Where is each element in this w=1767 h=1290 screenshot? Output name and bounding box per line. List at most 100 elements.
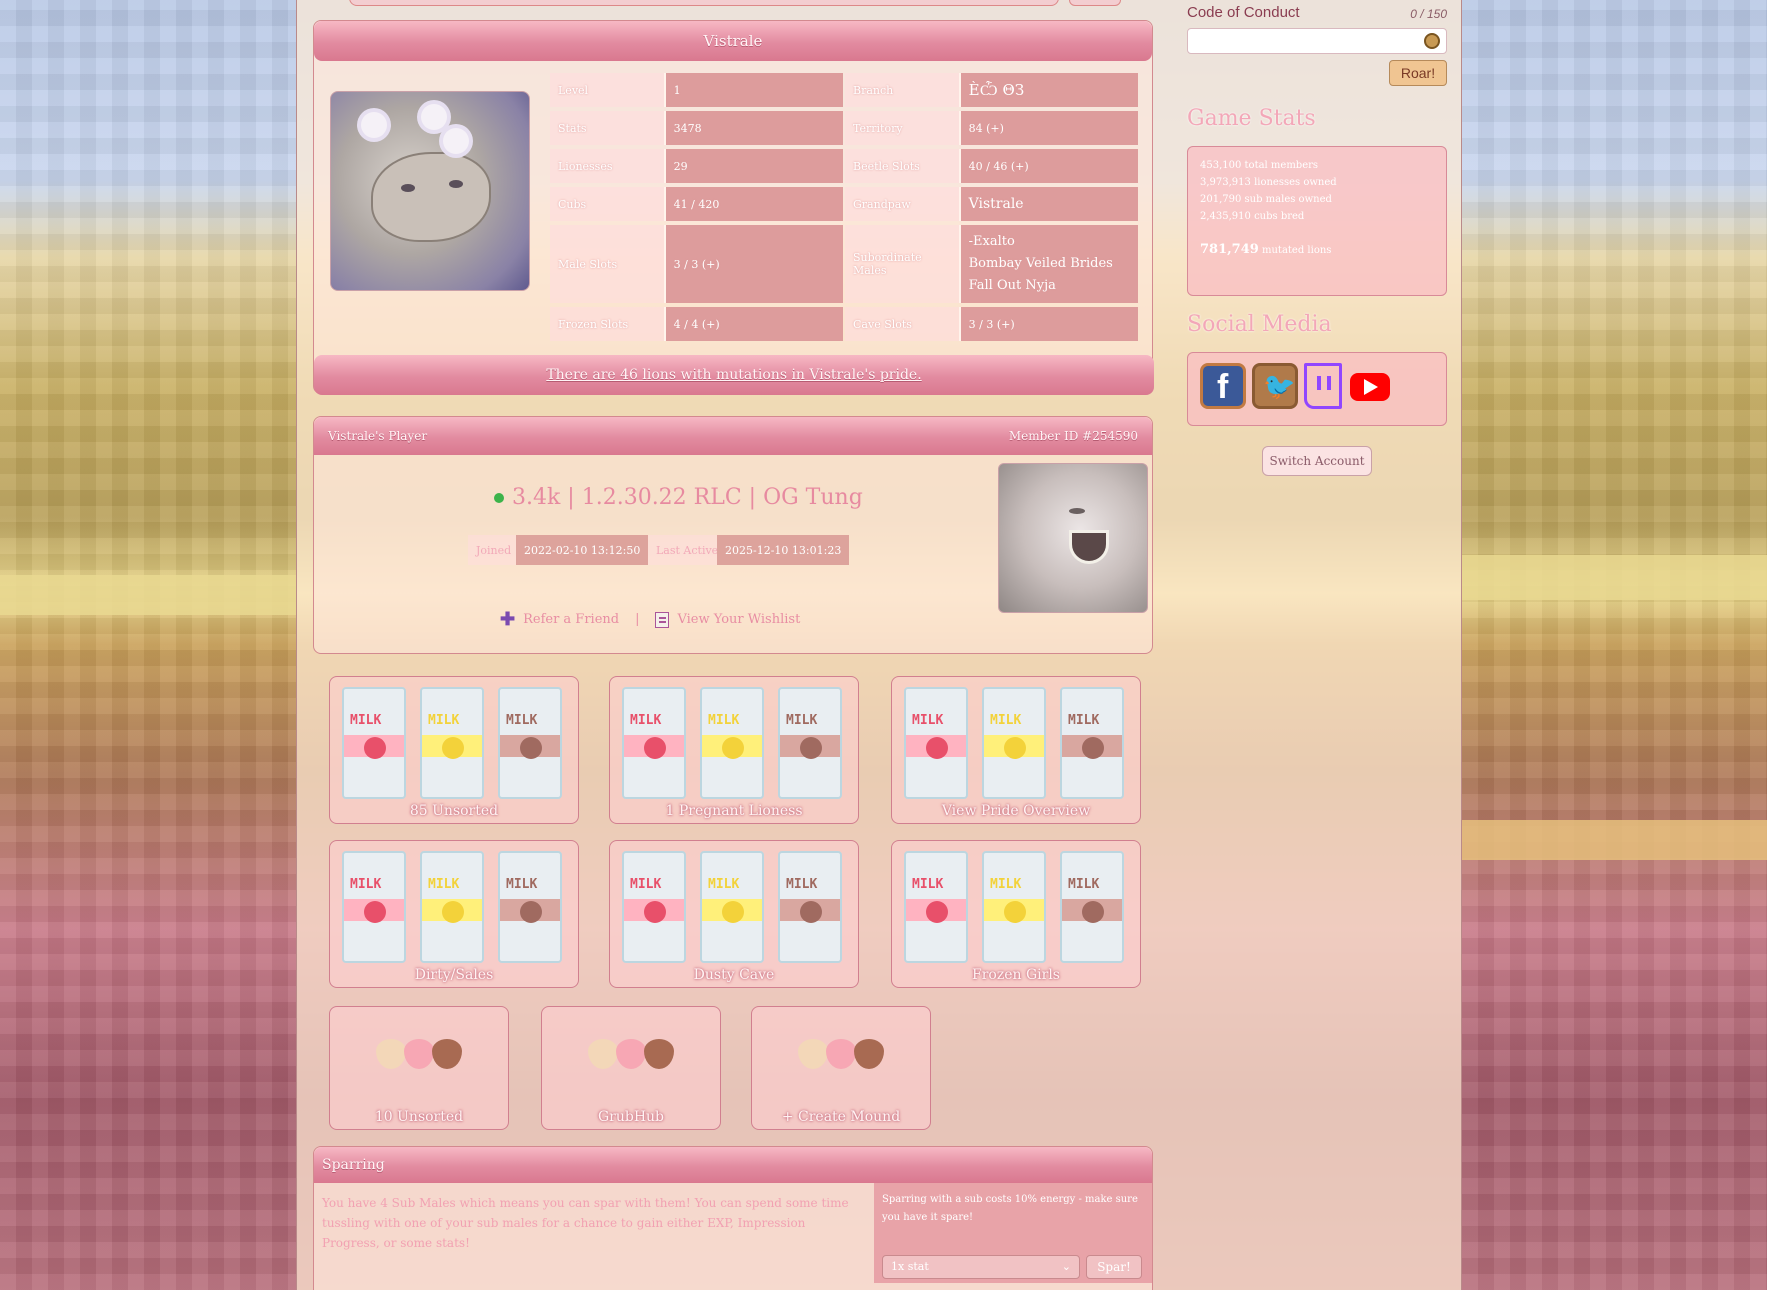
player-avatar[interactable]	[998, 463, 1148, 613]
den-tile-label: Dusty Cave	[693, 967, 775, 983]
stat-value[interactable]: 84 (+)	[958, 111, 1138, 145]
strawberry-icon	[798, 1033, 884, 1071]
roar-button[interactable]: Roar!	[1389, 60, 1447, 86]
twitch-icon[interactable]	[1304, 363, 1342, 409]
stat-value: 41 / 420	[663, 187, 843, 221]
joined-label: Joined	[468, 535, 520, 565]
milk-carton-icon: MILK	[420, 687, 484, 799]
player-name: 3.4k | 1.2.30.22 RLC | OG Tung	[494, 485, 863, 510]
milk-carton-icon: MILK	[1060, 687, 1124, 799]
den-tile[interactable]: MILK MILK MILK Dirty/Sales	[329, 840, 579, 988]
top-input[interactable]	[349, 0, 1059, 6]
stat-label: Beetle Slots	[845, 149, 959, 183]
game-stats-box: 453,100 total members 3,973,913 lionesse…	[1187, 146, 1447, 296]
refer-friend-link[interactable]: Refer a Friend	[523, 612, 619, 627]
stat-value[interactable]: 40 / 46 (+)	[958, 149, 1138, 183]
milk-label: MILK	[350, 713, 382, 728]
mutation-link[interactable]: There are 46 lions with mutations in Vis…	[546, 367, 921, 383]
den-tile[interactable]: 10 Unsorted	[329, 1006, 509, 1130]
den-tile[interactable]: MILK MILK MILK Frozen Girls	[891, 840, 1141, 988]
game-stat-line: 453,100 total members	[1200, 160, 1319, 171]
milk-label: MILK	[990, 877, 1022, 892]
stat-value: 1	[663, 73, 843, 107]
stat-label: Branch	[845, 73, 959, 107]
den-tile[interactable]: MILK MILK MILK 85 Unsorted	[329, 676, 579, 824]
den-tile[interactable]: MILK MILK MILK 1 Pregnant Lioness	[609, 676, 859, 824]
switch-account-button[interactable]: Switch Account	[1262, 446, 1372, 476]
stat-label: Frozen Slots	[550, 307, 664, 341]
subordinate-male-link[interactable]: -Exalto	[969, 231, 1015, 253]
page-container: Vistrale Level 1 Branch ÈѼ ΘЗ Stats 3478…	[296, 0, 1462, 1290]
chevron-down-icon: ⌄	[1061, 1260, 1071, 1273]
den-tile-label: Dirty/Sales	[414, 967, 494, 983]
stat-label: Male Slots	[550, 225, 664, 303]
sparring-select[interactable]: 1x stat ⌄	[882, 1255, 1080, 1279]
milk-label: MILK	[630, 713, 662, 728]
stat-value[interactable]: 3 / 3 (+)	[663, 225, 843, 303]
den-tile-label: GrubHub	[597, 1109, 665, 1125]
stat-label: Stats	[550, 111, 664, 145]
pride-stats: Level 1 Branch ÈѼ ΘЗ Stats 3478 Territor…	[550, 73, 1140, 345]
milk-label: MILK	[708, 713, 740, 728]
den-tile[interactable]: + Create Mound	[751, 1006, 931, 1130]
pride-name-header: Vistrale	[314, 21, 1152, 61]
sparring-form: Sparring with a sub costs 10% energy - m…	[874, 1183, 1152, 1283]
roar-input[interactable]	[1187, 28, 1447, 54]
background-fence	[1462, 820, 1767, 860]
subordinate-male-link[interactable]: Fall Out Nyja	[969, 275, 1056, 297]
sweet-shape	[376, 1039, 406, 1069]
milk-label: MILK	[506, 877, 538, 892]
den-tile-label: + Create Mound	[781, 1109, 901, 1125]
fruit-icon	[364, 901, 386, 923]
lion-icon[interactable]	[1424, 33, 1440, 49]
den-tile-label: Frozen Girls	[972, 967, 1060, 983]
mutated-count: 781,749	[1200, 242, 1259, 257]
stat-label: Level	[550, 73, 664, 107]
pride-avatar[interactable]	[330, 91, 530, 291]
roar-char-count: 0 / 150	[1410, 7, 1447, 21]
stat-value[interactable]: 3 / 3 (+)	[958, 307, 1138, 341]
social-media-title: Social Media	[1187, 312, 1332, 337]
sparring-description: You have 4 Sub Males which means you can…	[322, 1196, 849, 1250]
milk-label: MILK	[786, 877, 818, 892]
wishlist-link[interactable]: View Your Wishlist	[677, 612, 800, 627]
fruit-icon	[442, 737, 464, 759]
fruit-icon	[520, 901, 542, 923]
den-tile[interactable]: GrubHub	[541, 1006, 721, 1130]
milk-carton-icon: MILK	[904, 851, 968, 963]
social-media-box: f 🐦	[1187, 352, 1447, 426]
sweet-shape	[798, 1039, 828, 1069]
youtube-icon[interactable]	[1350, 373, 1390, 401]
grandpaw-link[interactable]: Vistrale	[958, 187, 1138, 221]
fruit-icon	[1082, 737, 1104, 759]
sweet-shape	[404, 1039, 434, 1069]
milk-carton-icon: MILK	[700, 687, 764, 799]
milk-carton-icon: MILK	[622, 851, 686, 963]
stat-value[interactable]: 4 / 4 (+)	[663, 307, 843, 341]
spar-button[interactable]: Spar!	[1086, 1255, 1142, 1279]
milk-carton-icon: MILK	[700, 851, 764, 963]
stat-label: Grandpaw	[845, 187, 959, 221]
milk-carton-icon: MILK	[420, 851, 484, 963]
avatar-mouth	[1069, 530, 1109, 564]
subordinate-male-link[interactable]: Bombay Veiled Brides	[969, 253, 1113, 275]
twitter-icon[interactable]: 🐦	[1252, 363, 1298, 409]
fruit-icon	[722, 901, 744, 923]
den-tile-label: 1 Pregnant Lioness	[665, 803, 803, 819]
den-tile-label: 85 Unsorted	[409, 803, 499, 819]
den-tile[interactable]: MILK MILK MILK View Pride Overview	[891, 676, 1141, 824]
top-button[interactable]	[1069, 0, 1121, 6]
milk-label: MILK	[350, 877, 382, 892]
den-tile[interactable]: MILK MILK MILK Dusty Cave	[609, 840, 859, 988]
code-of-conduct-title[interactable]: Code of Conduct	[1187, 4, 1300, 21]
member-id: Member ID #254590	[1008, 429, 1138, 443]
fruit-icon	[1082, 901, 1104, 923]
milk-label: MILK	[428, 713, 460, 728]
facebook-icon[interactable]: f	[1200, 363, 1246, 409]
flower-icon	[421, 104, 447, 130]
fruit-icon	[926, 901, 948, 923]
stat-value: ÈѼ ΘЗ	[958, 73, 1138, 107]
stats-row: Lionesses 29 Beetle Slots 40 / 46 (+)	[550, 149, 1140, 183]
fruit-icon	[1004, 901, 1026, 923]
milk-label: MILK	[428, 877, 460, 892]
